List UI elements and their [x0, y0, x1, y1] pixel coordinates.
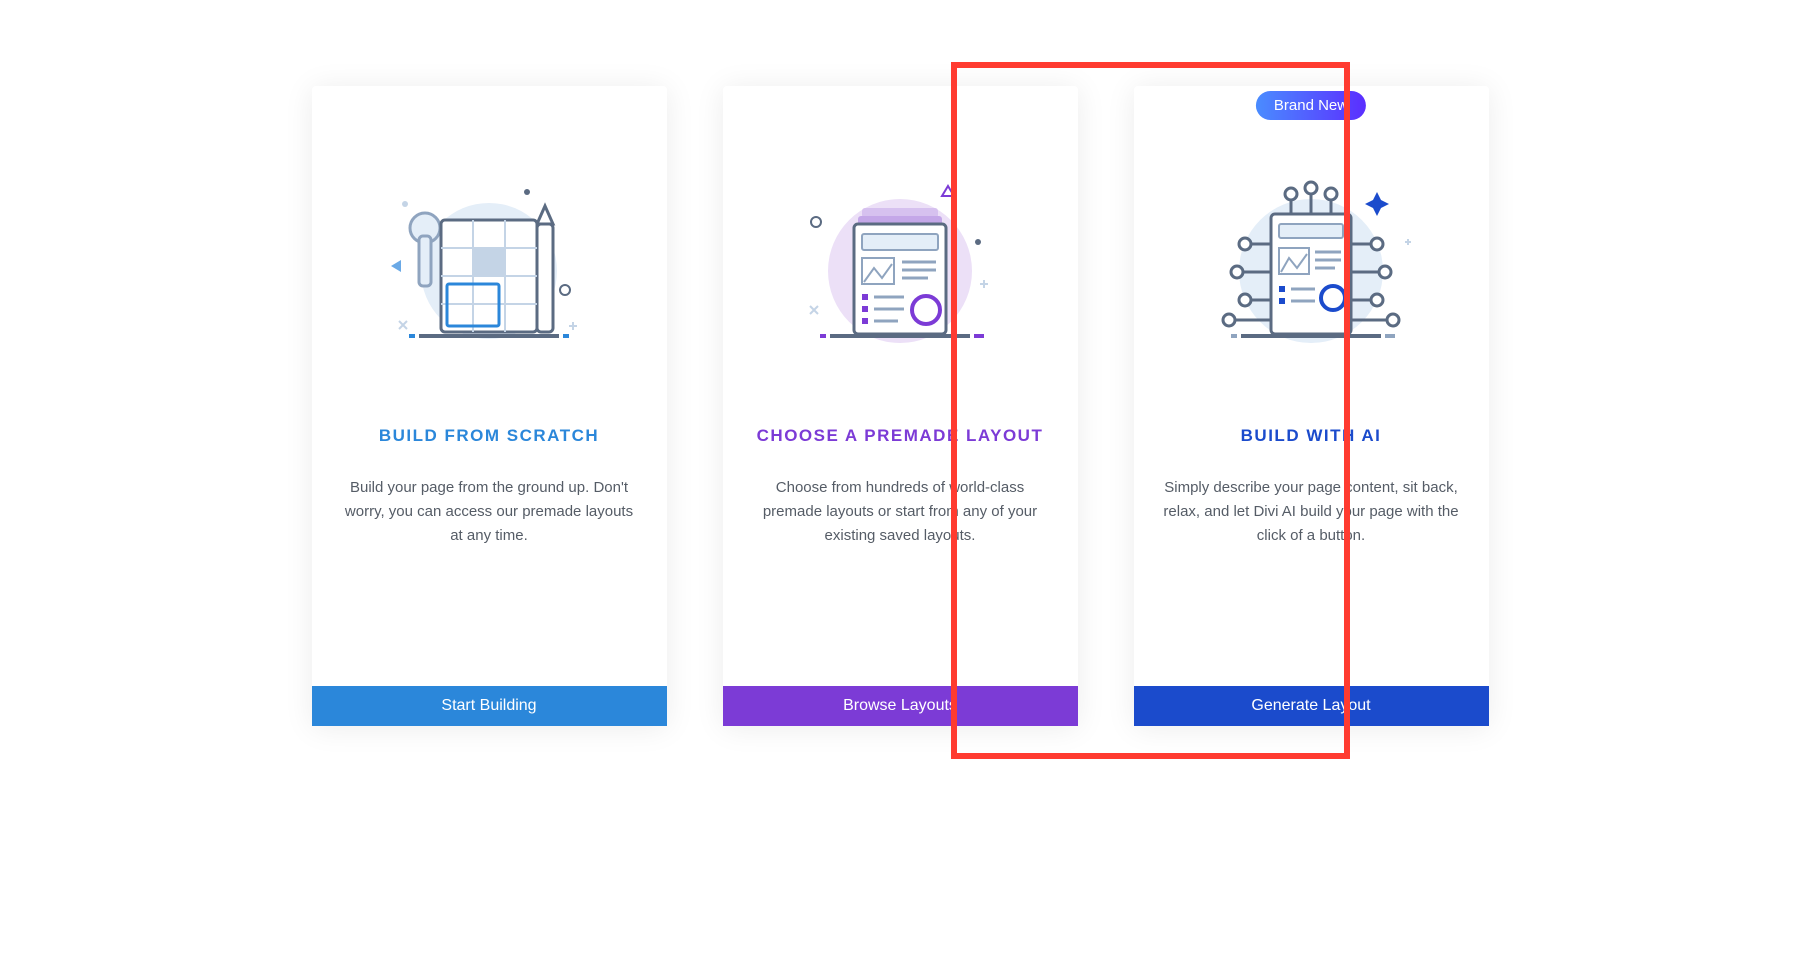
card-build-from-scratch[interactable]: BUILD FROM SCRATCH Build your page from …	[312, 86, 667, 726]
card-build-with-ai[interactable]: Brand New	[1134, 86, 1489, 726]
start-building-button[interactable]: Start Building	[312, 686, 667, 726]
generate-layout-button[interactable]: Generate Layout	[1134, 686, 1489, 726]
card-description: Simply describe your page content, sit b…	[1162, 476, 1461, 548]
scratch-illustration	[312, 86, 667, 426]
card-description: Choose from hundreds of world-class prem…	[751, 476, 1050, 548]
card-text: CHOOSE A PREMADE LAYOUT Choose from hund…	[723, 426, 1078, 686]
card-title: CHOOSE A PREMADE LAYOUT	[751, 426, 1050, 446]
blueprint-icon	[369, 176, 609, 376]
card-title: BUILD WITH AI	[1162, 426, 1461, 446]
card-description: Build your page from the ground up. Don'…	[340, 476, 639, 548]
premade-illustration	[723, 86, 1078, 426]
card-text: BUILD WITH AI Simply describe your page …	[1134, 426, 1489, 686]
card-text: BUILD FROM SCRATCH Build your page from …	[312, 426, 667, 686]
card-title: BUILD FROM SCRATCH	[340, 426, 639, 446]
ai-illustration	[1134, 86, 1489, 426]
brand-new-badge: Brand New	[1256, 91, 1366, 120]
ai-circuit-icon	[1191, 176, 1431, 376]
layout-template-icon	[780, 176, 1020, 376]
card-premade-layout[interactable]: CHOOSE A PREMADE LAYOUT Choose from hund…	[723, 86, 1078, 726]
browse-layouts-button[interactable]: Browse Layouts	[723, 686, 1078, 726]
layout-options-container: BUILD FROM SCRATCH Build your page from …	[0, 0, 1800, 726]
